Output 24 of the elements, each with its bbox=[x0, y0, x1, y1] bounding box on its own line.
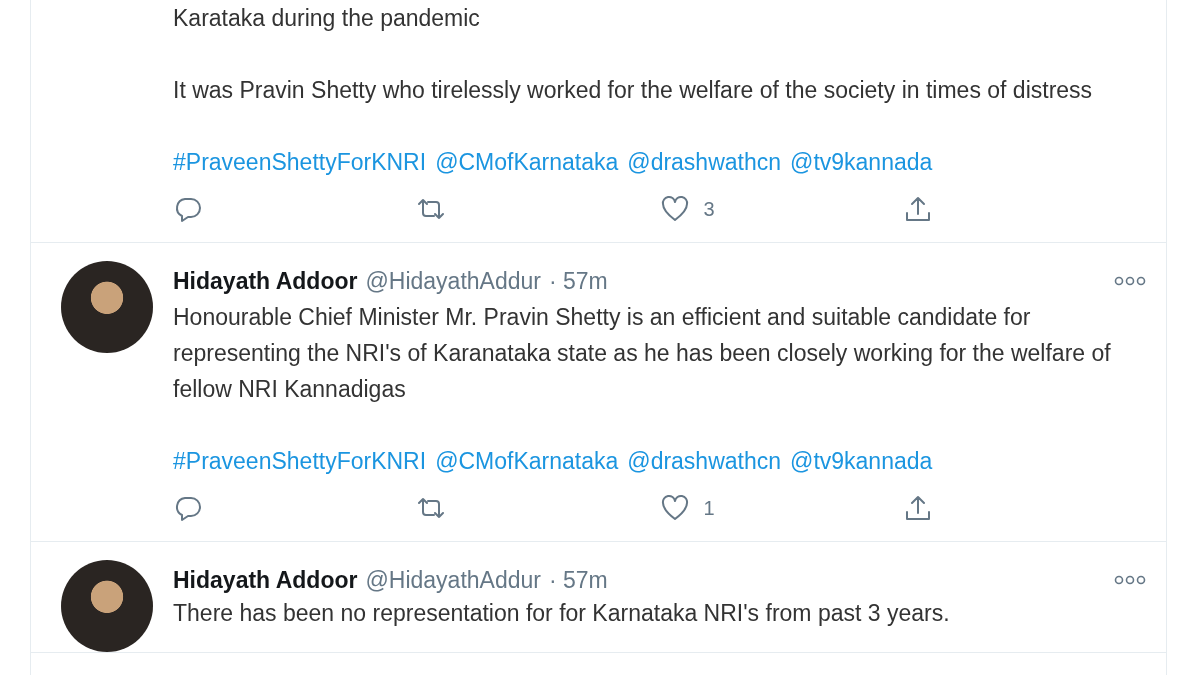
tweet-time[interactable]: · 57m bbox=[548, 562, 608, 598]
like-count: 3 bbox=[703, 197, 715, 221]
tweet-link[interactable]: @drashwathcn bbox=[627, 144, 782, 180]
tweet-text: It was Pravin Shetty who tirelessly worked for the welfare of the society in times of distress bbox=[173, 76, 1094, 105]
tweet-link[interactable]: @tv9kannada bbox=[790, 443, 933, 479]
more-icon[interactable] bbox=[1114, 276, 1146, 286]
tweet-text: Karataka during the pandemic bbox=[173, 4, 481, 33]
tweet-time[interactable]: · 57m bbox=[548, 263, 608, 299]
tweet-link[interactable]: #PraveenShettyForKNRI bbox=[173, 144, 427, 180]
like-count: 1 bbox=[703, 496, 715, 520]
heart-icon[interactable] bbox=[659, 194, 690, 224]
tweet-link[interactable]: #PraveenShettyForKNRI bbox=[173, 443, 427, 479]
tweet-link[interactable]: @tv9kannada bbox=[790, 144, 933, 180]
tweet-text: Honourable Chief Minister Mr. Pravin Shetty is an efficient and suitable candidate for representing the NRI's of Karanataka state as he has been closely working for the welfare of fellow NRI Kannadigas bbox=[173, 303, 1112, 404]
heart-icon[interactable] bbox=[659, 493, 690, 523]
more-icon[interactable] bbox=[1114, 575, 1146, 585]
author-name[interactable]: Hidayath Addoor bbox=[173, 263, 358, 299]
tweet-link[interactable]: @CMofKarnataka bbox=[435, 443, 619, 479]
tweet-link[interactable]: @CMofKarnataka bbox=[435, 144, 619, 180]
author-handle[interactable]: @HidayathAddur bbox=[365, 263, 541, 299]
tweet-link[interactable]: @drashwathcn bbox=[627, 443, 782, 479]
author-handle[interactable]: @HidayathAddur bbox=[365, 562, 541, 598]
author-name[interactable]: Hidayath Addoor bbox=[173, 562, 358, 598]
tweet-text: There has been no representation for for Karnataka NRI's from past 3 years. bbox=[173, 599, 951, 628]
